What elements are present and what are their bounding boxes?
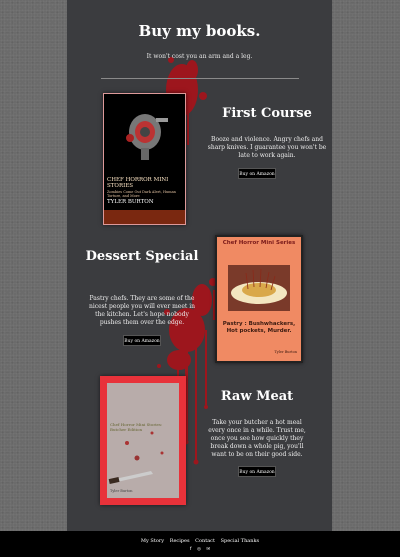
book-cover-dessert-special[interactable]: Chef Horror Mini Series Pastry : Bushwha… <box>215 235 303 363</box>
buy-on-amazon-button-raw-meat[interactable]: Buy on Amazon <box>238 466 276 477</box>
footer: My Story Recipes Contact Special Thanks … <box>0 531 400 557</box>
book-cover-raw-meat[interactable]: Chef Horror Mini Stories: Butcher Editio… <box>100 376 186 505</box>
cover-subtitle: Pastry : Bushwhackers, Hot pockets, Murd… <box>222 321 296 334</box>
book-description-raw-meat: Take your butcher a hot meal every once … <box>208 419 306 458</box>
book-heading-raw-meat: Raw Meat <box>220 389 294 404</box>
cover-title: Chef Horror Mini Stories: Butcher Editio… <box>110 422 163 432</box>
instagram-icon[interactable]: ◎ <box>197 547 201 552</box>
buy-on-amazon-button-first-course[interactable]: Buy on Amazon <box>238 168 276 179</box>
nav-link-contact[interactable]: Contact <box>195 538 215 544</box>
cover-author: TYLER BURTON <box>107 199 154 205</box>
social-links: f ◎ ✉ <box>0 547 400 552</box>
email-icon[interactable]: ✉ <box>206 547 210 552</box>
nav-link-my-story[interactable]: My Story <box>141 538 164 544</box>
page-subtitle: It won't cost you an arm and a leg. <box>146 53 253 60</box>
page-title: Buy my books. <box>138 22 261 40</box>
pastry-plate-illustration <box>228 265 290 311</box>
book-heading-dessert-special: Dessert Special <box>85 249 199 264</box>
footer-nav: My Story Recipes Contact Special Thanks <box>0 538 400 544</box>
cover-stripe <box>104 210 185 224</box>
knife-illustration <box>108 431 164 484</box>
cover-tagline: Zombies Come Out Dark Alert, Human Tortu… <box>107 190 176 198</box>
book-cover-first-course[interactable]: CHEF HORROR MINI STORIES Zombies Come Ou… <box>103 93 186 225</box>
meat-grinder-illustration <box>126 114 168 160</box>
nav-link-recipes[interactable]: Recipes <box>170 538 190 544</box>
cover-series: Chef Horror Mini Series <box>222 240 296 246</box>
divider <box>101 78 299 79</box>
cover-inner: Chef Horror Mini Stories: Butcher Editio… <box>107 383 179 498</box>
book-description-first-course: Booze and violence. Angry chefs and shar… <box>207 136 327 159</box>
cover-author: Tyler Burton <box>274 350 297 354</box>
main-panel: Buy my books. It won't cost you an arm a… <box>67 0 332 531</box>
nav-link-special-thanks[interactable]: Special Thanks <box>221 538 260 544</box>
cover-title: CHEF HORROR MINI STORIES <box>107 177 169 189</box>
cover-author: Tyler Burton <box>110 489 133 493</box>
book-heading-first-course: First Course <box>222 106 312 121</box>
book-description-dessert-special: Pastry chefs. They are some of the nices… <box>88 295 196 326</box>
buy-on-amazon-button-dessert-special[interactable]: Buy on Amazon <box>123 335 161 346</box>
facebook-icon[interactable]: f <box>190 547 192 552</box>
